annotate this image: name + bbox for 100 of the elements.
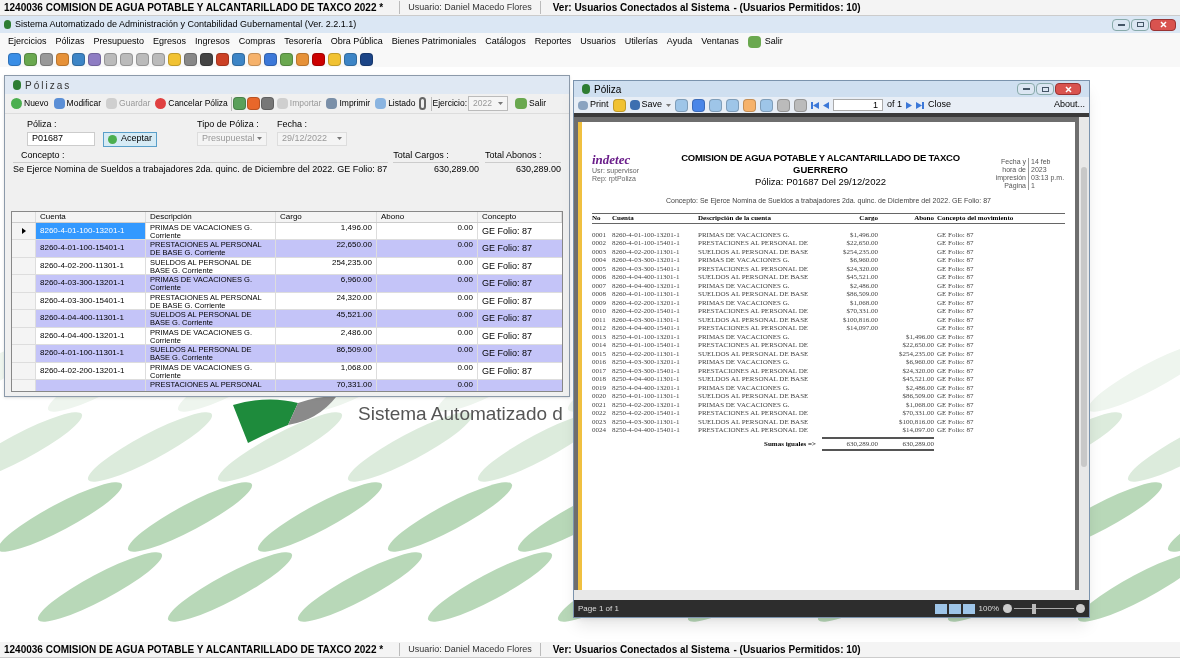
menu-item[interactable]: Compras xyxy=(238,35,276,49)
zoom-out-icon[interactable] xyxy=(1003,604,1012,613)
menu-item[interactable]: Pólizas xyxy=(55,35,85,49)
menu-item[interactable]: Ayuda xyxy=(666,35,693,49)
menu-item[interactable]: Ejercicios xyxy=(8,35,47,49)
toolbar-icon[interactable] xyxy=(312,52,325,66)
maximize-button[interactable] xyxy=(1131,18,1149,31)
total-cargos-label: Total Cargos : xyxy=(393,148,450,162)
app-title: Sistema Automatizado de Administración y Contabilidad Gubernamental (Ver. 2.2.1.1) xyxy=(15,17,357,31)
table-cell: 8260-4-03-300-13201-1 xyxy=(36,275,146,292)
toolbar-button[interactable]: Cancelar Póliza xyxy=(153,95,230,112)
about-button[interactable]: About... xyxy=(1053,98,1085,112)
menu-item[interactable]: Catálogos xyxy=(485,35,526,49)
toolbar-button[interactable]: Listado xyxy=(373,95,418,112)
indetec-logo: indetec xyxy=(592,152,632,167)
toolbar-icon[interactable] xyxy=(88,52,101,66)
poliza-field[interactable]: P01687 xyxy=(27,132,95,146)
connected-users-link[interactable]: Ver: Usuarios Conectados al Sistema xyxy=(552,0,730,15)
last-page-icon[interactable] xyxy=(916,101,925,109)
table-cell: 0.00 xyxy=(377,345,478,362)
connected-users-link[interactable]: Ver: Usuarios Conectados al Sistema xyxy=(552,642,730,657)
menu-item[interactable]: Ingresos xyxy=(195,35,230,49)
window-title: Pólizas xyxy=(25,78,72,93)
app-icon xyxy=(4,20,11,29)
toolbar-icon[interactable] xyxy=(344,52,357,66)
toolbar-button-icon xyxy=(155,98,167,109)
company-name: 1240036 COMISION DE AGUA POTABLE Y ALCANTARILLADO DE TAXCO 2022 * xyxy=(3,1,385,15)
column-header[interactable]: Abono xyxy=(377,211,478,222)
dropdown-arrow-icon[interactable] xyxy=(498,102,504,105)
zoom-in-icon[interactable] xyxy=(1076,604,1085,613)
exit-icon xyxy=(515,98,528,109)
ejercicio-label: Ejercicio: xyxy=(432,97,468,110)
binoculars-icon[interactable] xyxy=(260,97,274,110)
allowed-users-text: - (Usuarios Permitidos: 10) xyxy=(733,643,861,657)
aceptar-button[interactable]: Aceptar xyxy=(103,131,158,147)
table-cell: GE Folio: 87 xyxy=(478,345,562,362)
first-page-icon[interactable] xyxy=(811,101,820,109)
salir-button[interactable]: Salir xyxy=(513,97,549,110)
table-cell: 70,331.00 xyxy=(276,380,377,391)
page-count: of 1 xyxy=(887,98,903,112)
concepto-field[interactable]: Se Ejerce Nomina de Sueldos a trabajadores 2da. quinc. de Diciembre del 2022. GE Folio: 87 xyxy=(13,162,389,176)
toolbar-button[interactable]: Imprimir xyxy=(324,95,373,112)
column-header[interactable]: Concepto xyxy=(478,211,562,222)
toolbar-icon[interactable] xyxy=(200,52,213,66)
menu-item[interactable]: Tesorería xyxy=(284,35,322,49)
menu-item[interactable]: Presupuesto xyxy=(93,35,145,49)
toolbar-icon[interactable] xyxy=(216,52,229,66)
zoom-thumb[interactable] xyxy=(1031,603,1036,614)
toolbar-button-icon xyxy=(106,98,118,109)
close-report-button[interactable]: Close xyxy=(928,98,952,112)
toolbar-icon[interactable] xyxy=(360,52,373,66)
menu-item[interactable]: Obra Pública xyxy=(330,35,383,49)
column-header[interactable]: Cuenta xyxy=(36,211,146,222)
delete-icon[interactable] xyxy=(246,97,260,110)
menu-item[interactable]: Salir xyxy=(764,35,783,49)
table-cell: 8260-4-01-100-15401-1 xyxy=(36,240,146,257)
menu-item[interactable]: Reportes xyxy=(534,35,572,49)
column-header[interactable]: Descripción xyxy=(146,211,276,222)
refresh-icon[interactable] xyxy=(232,97,246,110)
toolbar-button-icon xyxy=(375,98,387,109)
dropdown-arrow-icon[interactable] xyxy=(257,137,263,140)
horizontal-scrollbar[interactable] xyxy=(574,590,1089,600)
toolbar-icon[interactable] xyxy=(184,52,197,66)
view-mode-icon[interactable] xyxy=(934,603,947,614)
table-cell: 8260-4-04-400-11301-1 xyxy=(36,310,146,327)
open-folder-icon[interactable] xyxy=(612,98,626,112)
toolbar-icon[interactable] xyxy=(264,52,277,66)
dropdown-arrow-icon[interactable] xyxy=(666,103,672,107)
table-cell: GE Folio: 87 xyxy=(478,240,562,257)
next-page-icon[interactable] xyxy=(906,101,913,109)
dropdown-arrow-icon[interactable] xyxy=(337,137,343,140)
toolbar-button[interactable]: Modificar xyxy=(51,95,104,112)
menu-item[interactable]: Ventanas xyxy=(701,35,739,49)
report-subtitle: Póliza: P01687 Del 29/12/2022 xyxy=(755,176,886,188)
menu-item[interactable]: Usuarios xyxy=(580,35,616,49)
menu-item[interactable]: Bienes Patrimoniales xyxy=(391,35,477,49)
menu-item[interactable]: Egresos xyxy=(153,35,187,49)
view-mode-icon[interactable] xyxy=(948,603,961,614)
close-icon[interactable] xyxy=(1064,85,1072,93)
toolbar-button[interactable]: Nuevo xyxy=(9,95,51,112)
save-button[interactable]: Save xyxy=(629,98,663,112)
maximize-button[interactable] xyxy=(1036,83,1054,95)
attachment-icon[interactable] xyxy=(418,97,426,110)
close-icon[interactable] xyxy=(1159,21,1167,28)
zoom-slider[interactable] xyxy=(1014,603,1074,614)
background-title: Sistema Automatizado d xyxy=(358,402,563,426)
toolbar-button-icon xyxy=(53,98,65,109)
view-mode-icon[interactable] xyxy=(962,603,975,614)
previous-page-icon[interactable] xyxy=(823,101,830,109)
window-title: Póliza xyxy=(594,82,622,97)
page-number-field[interactable]: 1 xyxy=(833,99,884,111)
minimize-button[interactable] xyxy=(1112,18,1130,31)
minimize-button[interactable] xyxy=(1017,83,1035,95)
column-header[interactable]: Cargo xyxy=(276,211,377,222)
toolbar-icon[interactable] xyxy=(232,52,245,66)
table-cell: GE Folio: 87 xyxy=(478,310,562,327)
vertical-scrollbar[interactable] xyxy=(1079,117,1089,590)
menu-item[interactable]: Utilerías xyxy=(624,35,658,49)
print-button[interactable]: Print xyxy=(578,98,609,112)
toolbar-icon[interactable] xyxy=(72,52,85,66)
